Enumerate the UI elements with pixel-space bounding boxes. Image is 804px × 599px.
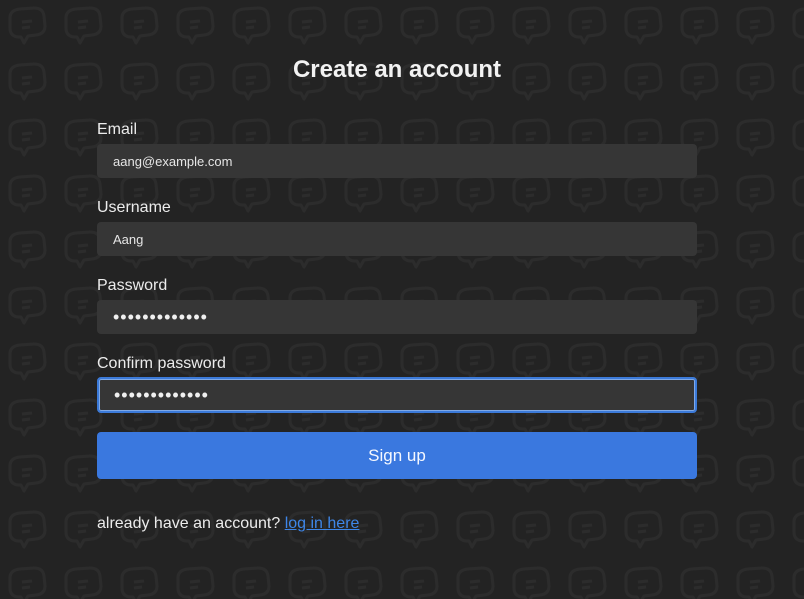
- username-field[interactable]: [97, 222, 697, 256]
- login-prompt-text: already have an account?: [97, 515, 281, 532]
- username-label: Username: [97, 199, 171, 216]
- email-field[interactable]: [97, 144, 697, 178]
- password-field[interactable]: [97, 300, 697, 334]
- confirm-password-field[interactable]: [97, 377, 697, 413]
- login-prompt: already have an account? log in here: [97, 514, 359, 534]
- email-label: Email: [97, 121, 138, 138]
- login-link[interactable]: log in here: [285, 515, 360, 532]
- sign-up-button[interactable]: Sign up: [97, 432, 697, 479]
- confirm-password-label: Confirm password: [97, 355, 226, 372]
- page-title: Create an account: [292, 56, 502, 83]
- password-label: Password: [97, 277, 168, 294]
